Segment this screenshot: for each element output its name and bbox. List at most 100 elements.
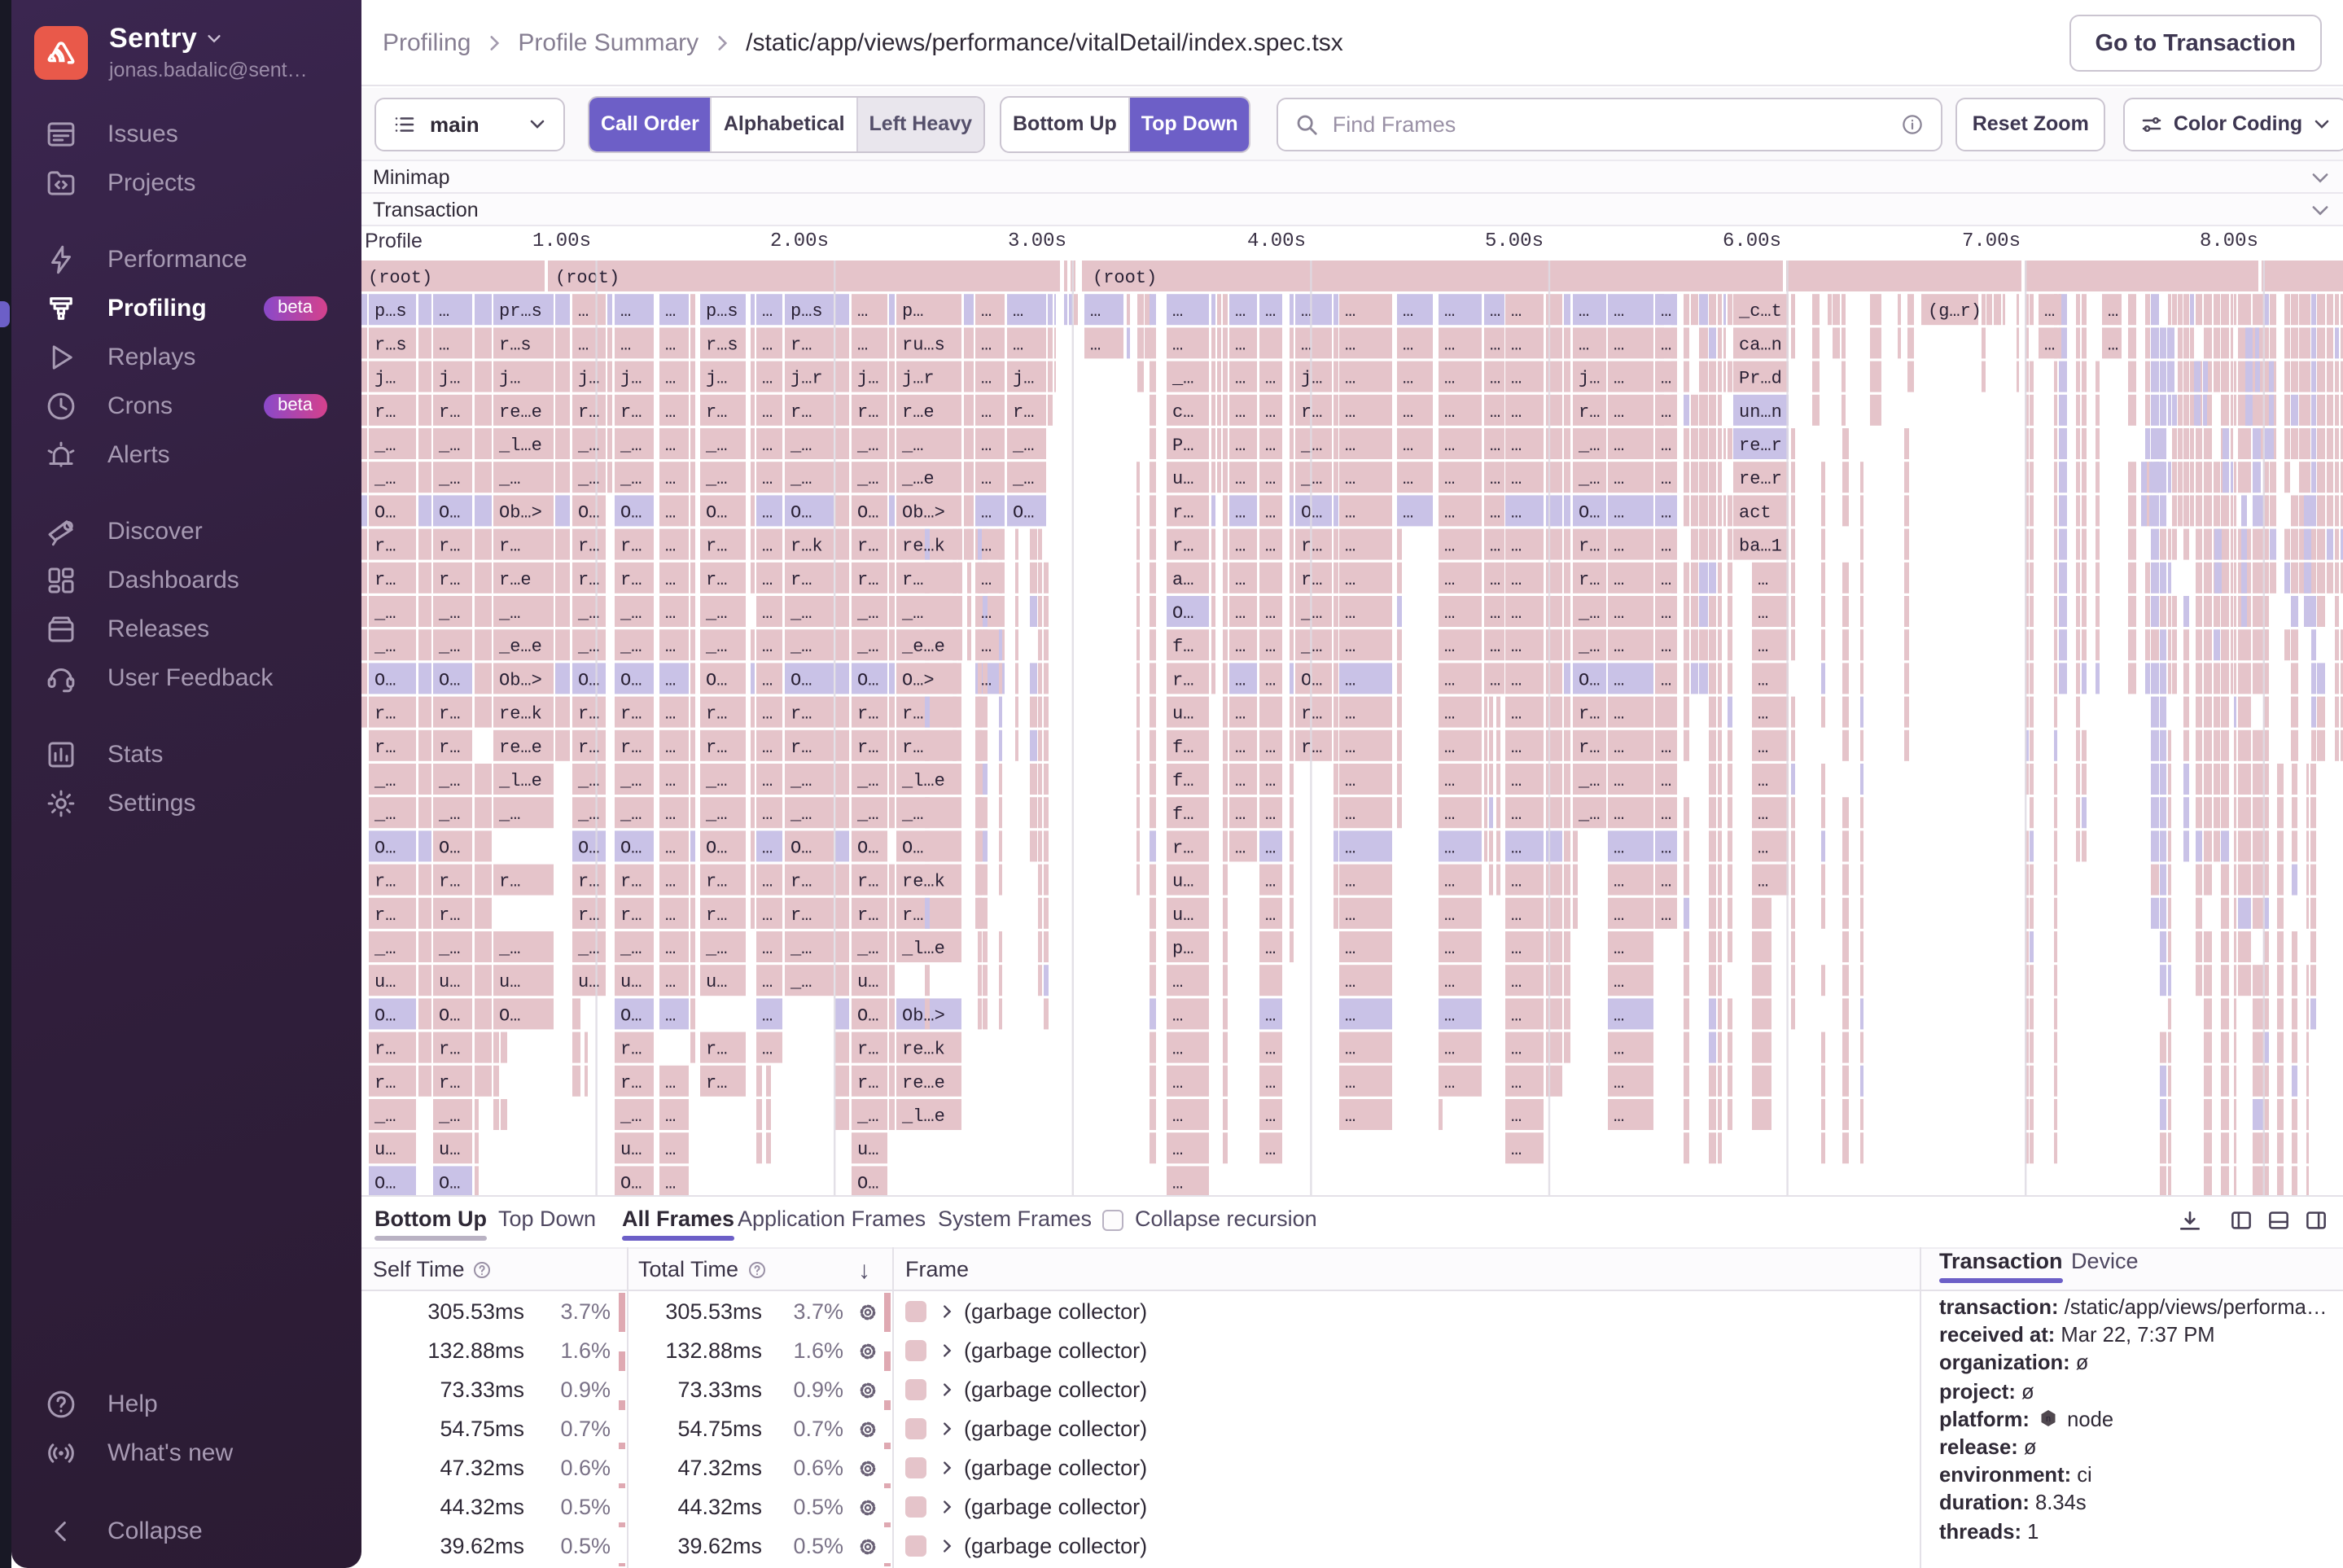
svg-text:…: …: [1265, 536, 1276, 556]
svg-text:O…: O…: [439, 669, 460, 690]
svg-text:…: …: [762, 1005, 773, 1025]
svg-text:f…: f…: [1172, 804, 1193, 824]
svg-text:…: …: [1345, 669, 1355, 690]
svg-text:…: …: [1235, 334, 1246, 354]
svg-text:…: …: [1235, 569, 1246, 589]
svg-text:…: …: [981, 368, 992, 388]
svg-text:…: …: [1265, 368, 1276, 388]
svg-text:_…: _…: [856, 770, 878, 791]
svg-text:…: …: [1511, 1005, 1522, 1025]
svg-text:r…: r…: [1013, 401, 1034, 422]
svg-text:…: …: [1661, 468, 1671, 488]
svg-text:O…: O…: [706, 669, 727, 690]
svg-text:O…: O…: [374, 1005, 396, 1025]
svg-text:…: …: [1403, 468, 1413, 488]
svg-text:…: …: [1758, 569, 1768, 589]
svg-text:r…: r…: [499, 536, 520, 556]
svg-text:…: …: [1490, 636, 1500, 656]
svg-text:…: …: [1444, 401, 1455, 422]
svg-text:…: …: [1345, 871, 1355, 891]
svg-text:p…: p…: [1172, 938, 1193, 958]
svg-text:…: …: [1661, 770, 1671, 791]
svg-text:…: …: [1172, 1106, 1183, 1126]
svg-text:_…: _…: [790, 468, 812, 488]
svg-text:…: …: [1265, 636, 1276, 656]
svg-text:r…: r…: [374, 737, 396, 757]
svg-text:…: …: [1490, 334, 1500, 354]
svg-text:…: …: [665, 871, 676, 891]
svg-text:r…: r…: [706, 401, 727, 422]
svg-text:…: …: [1265, 602, 1276, 623]
svg-text:…: …: [1661, 569, 1671, 589]
svg-text:r…: r…: [857, 569, 878, 589]
svg-text:…: …: [1265, 1005, 1276, 1025]
svg-text:Ob…>: Ob…>: [499, 501, 542, 522]
svg-text:…: …: [762, 334, 773, 354]
svg-text:…: …: [981, 501, 992, 522]
svg-text:j…: j…: [374, 368, 396, 388]
svg-text:O…: O…: [857, 1172, 878, 1193]
svg-text:…: …: [1265, 1072, 1276, 1093]
svg-text:u…: u…: [620, 1139, 642, 1159]
svg-text:O…: O…: [1172, 602, 1193, 623]
svg-text:…: …: [1511, 904, 1522, 925]
svg-text:…: …: [578, 300, 589, 321]
svg-text:re…k: re…k: [499, 703, 542, 724]
svg-text:…: …: [665, 569, 676, 589]
svg-text:…: …: [665, 1005, 676, 1025]
svg-text:…: …: [1345, 468, 1355, 488]
svg-text:…: …: [1235, 703, 1246, 724]
svg-text:O…: O…: [706, 837, 727, 857]
svg-text:_…: _…: [438, 770, 460, 791]
svg-text:r…: r…: [439, 401, 460, 422]
svg-text:j…: j…: [499, 368, 520, 388]
svg-text:…: …: [981, 334, 992, 354]
svg-text:r…: r…: [1579, 401, 1600, 422]
svg-text:…: …: [981, 435, 992, 455]
svg-text:f…: f…: [1172, 770, 1193, 791]
svg-text:_…: _…: [438, 636, 460, 656]
svg-text:…: …: [1444, 971, 1455, 992]
svg-text:…: …: [1614, 334, 1624, 354]
svg-text:r…: r…: [439, 904, 460, 925]
svg-text:…: …: [1758, 837, 1768, 857]
svg-text:…: …: [1265, 468, 1276, 488]
svg-text:_…: _…: [374, 938, 396, 958]
svg-text:p…s: p…s: [790, 300, 823, 321]
svg-text:r…: r…: [790, 334, 812, 354]
svg-text:ca…n: ca…n: [1739, 334, 1782, 354]
svg-text:r…: r…: [439, 1039, 460, 1059]
svg-text:_…: _…: [438, 602, 460, 623]
svg-text:…: …: [1511, 501, 1522, 522]
svg-text:p…s: p…s: [706, 300, 738, 321]
svg-text:_l…e: _l…e: [498, 770, 542, 791]
svg-text:…: …: [1758, 737, 1768, 757]
svg-text:r…: r…: [857, 401, 878, 422]
svg-text:_…: _…: [1578, 770, 1600, 791]
svg-text:…: …: [1758, 669, 1768, 690]
svg-text:…: …: [1511, 837, 1522, 857]
svg-text:…: …: [1661, 737, 1671, 757]
svg-text:r…: r…: [902, 904, 923, 925]
svg-text:r…: r…: [439, 569, 460, 589]
svg-text:…: …: [1614, 1005, 1624, 1025]
svg-text:…: …: [1013, 334, 1023, 354]
svg-text:…: …: [1345, 904, 1355, 925]
svg-text:_…: _…: [620, 435, 642, 455]
svg-text:…: …: [1235, 737, 1246, 757]
svg-text:…: …: [665, 1139, 676, 1159]
svg-text:r…: r…: [374, 1039, 396, 1059]
svg-text:_…: _…: [1578, 435, 1600, 455]
svg-text:_…: _…: [438, 804, 460, 824]
svg-text:…: …: [1490, 669, 1500, 690]
svg-text:…: …: [1172, 1139, 1183, 1159]
svg-text:O…: O…: [439, 1172, 460, 1193]
svg-text:_…: _…: [790, 971, 812, 992]
svg-text:…: …: [981, 401, 992, 422]
svg-text:…: …: [665, 501, 676, 522]
svg-text:…: …: [1490, 602, 1500, 623]
svg-text:…: …: [1758, 703, 1768, 724]
svg-text:…: …: [1235, 536, 1246, 556]
svg-text:…: …: [762, 368, 773, 388]
svg-text:…: …: [1758, 871, 1768, 891]
